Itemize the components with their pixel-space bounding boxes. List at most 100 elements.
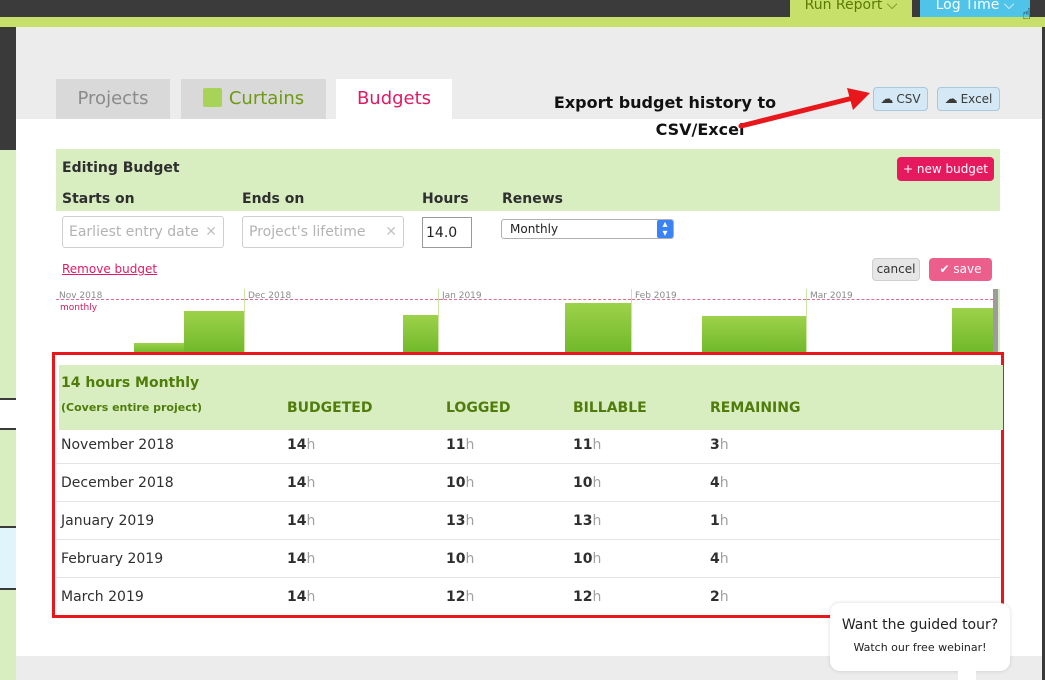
budget-line <box>439 299 631 300</box>
budget-line <box>632 299 806 300</box>
log-time-button[interactable]: Log Time ⌵ <box>920 0 1030 17</box>
logged-bar <box>702 316 806 353</box>
tab-projects[interactable]: Projects <box>56 79 170 119</box>
renews-select[interactable]: Monthly ▴ ▾ <box>501 219 674 239</box>
export-csv-label: CSV <box>896 92 921 106</box>
cell-billable: 11h <box>573 426 601 464</box>
cell-value: 10 <box>446 475 466 491</box>
cell-value: 14 <box>287 513 307 529</box>
cell-value: 12 <box>573 589 593 605</box>
cell-logged: 11h <box>446 426 474 464</box>
logged-bar <box>403 315 438 353</box>
left-stub-green <box>0 590 16 680</box>
cell-logged: 10h <box>446 464 474 502</box>
cell-remaining: 4h <box>710 464 729 502</box>
unit-label: h <box>592 589 602 605</box>
annotation-arrow-icon <box>738 88 870 129</box>
tour-title: Want the guided tour? <box>841 617 999 633</box>
left-stub-green <box>0 150 16 398</box>
tab-label: Curtains <box>228 88 305 109</box>
chart-month-panel: Feb 2019 <box>631 289 806 353</box>
save-label: save <box>953 262 982 276</box>
budget-summary-title: 14 hours Monthly <box>61 375 200 391</box>
chart-month-panel: Nov 2018 monthly <box>56 289 244 353</box>
cell-value: 14 <box>287 475 307 491</box>
tab-curtains[interactable]: Curtains <box>181 79 326 119</box>
cell-month: November 2018 <box>61 437 174 453</box>
guided-tour-bubble[interactable]: Want the guided tour? Watch our free web… <box>830 603 1010 671</box>
cell-value: 3 <box>710 437 720 453</box>
unit-label: h <box>465 513 475 529</box>
run-report-button[interactable]: Run Report ⌵ <box>790 0 912 17</box>
left-stub-green <box>0 430 16 526</box>
cancel-button[interactable]: cancel <box>872 258 920 281</box>
cloud-download-icon: ☁ <box>944 92 958 107</box>
cell-remaining: 3h <box>710 426 729 464</box>
save-button[interactable]: ✔ save <box>929 258 992 281</box>
cell-value: 4 <box>710 475 720 491</box>
new-budget-button[interactable]: + new budget <box>897 157 994 181</box>
logged-bar <box>565 303 632 353</box>
hours-label: Hours <box>422 191 469 207</box>
export-csv-button[interactable]: ☁ CSV <box>873 87 928 111</box>
starts-on-input[interactable]: Earliest entry date ✕ <box>62 216 224 248</box>
starts-on-label: Starts on <box>62 191 135 207</box>
ends-on-label: Ends on <box>242 191 305 207</box>
project-color-swatch <box>202 88 222 107</box>
cell-logged: 12h <box>446 578 474 616</box>
cell-value: 13 <box>446 513 466 529</box>
remove-budget-link[interactable]: Remove budget <box>62 262 157 276</box>
cell-value: 2 <box>710 589 720 605</box>
unit-label: h <box>465 589 475 605</box>
ends-on-input[interactable]: Project's lifetime ✕ <box>242 216 404 248</box>
tab-label: Budgets <box>356 88 432 109</box>
cell-remaining: 4h <box>710 540 729 578</box>
cell-month: February 2019 <box>61 551 164 567</box>
budget-coverage-note: (Covers entire project) <box>61 401 203 414</box>
cell-logged: 10h <box>446 540 474 578</box>
column-header-budgeted: BUDGETED <box>287 400 373 416</box>
cell-budgeted: 14h <box>287 578 315 616</box>
unit-label: h <box>719 513 729 529</box>
cell-value: 10 <box>573 475 593 491</box>
unit-label: h <box>306 513 316 529</box>
cell-budgeted: 14h <box>287 502 315 540</box>
cell-billable: 13h <box>573 502 601 540</box>
unit-label: h <box>719 589 729 605</box>
unit-label: h <box>306 475 316 491</box>
table-row: December 2018 14h 10h 10h 4h <box>56 464 1000 502</box>
ends-on-placeholder: Project's lifetime <box>249 224 366 240</box>
cell-value: 10 <box>573 551 593 567</box>
cell-value: 14 <box>287 551 307 567</box>
clear-icon[interactable]: ✕ <box>205 217 217 247</box>
cell-budgeted: 14h <box>287 464 315 502</box>
cell-billable: 10h <box>573 464 601 502</box>
chart-month-panel: Dec 2018 <box>244 289 438 353</box>
unit-label: h <box>306 589 316 605</box>
select-arrows-icon: ▴ ▾ <box>657 220 673 239</box>
starts-on-placeholder: Earliest entry date <box>69 224 199 240</box>
cell-value: 10 <box>446 551 466 567</box>
chart-scrollbar[interactable] <box>993 289 998 353</box>
unit-label: h <box>465 475 475 491</box>
cell-billable: 12h <box>573 578 601 616</box>
cell-remaining: 2h <box>710 578 729 616</box>
table-row: January 2019 14h 13h 13h 1h <box>56 502 1000 540</box>
tab-label: Projects <box>77 88 149 109</box>
budget-line <box>245 299 438 300</box>
budget-line <box>56 299 244 300</box>
cell-month: March 2019 <box>61 589 144 605</box>
cell-billable: 10h <box>573 540 601 578</box>
hours-input[interactable]: 14.0 <box>422 217 472 248</box>
clear-icon[interactable]: ✕ <box>385 217 397 247</box>
cell-value: 4 <box>710 551 720 567</box>
unit-label: h <box>465 551 475 567</box>
tab-budgets[interactable]: Budgets <box>336 79 452 119</box>
cell-logged: 13h <box>446 502 474 540</box>
top-accent-strip <box>0 17 1045 27</box>
renews-label: Renews <box>502 191 564 207</box>
export-excel-button[interactable]: ☁ Excel <box>937 87 1000 111</box>
cell-value: 11 <box>573 437 593 453</box>
check-icon: ✔ <box>939 262 954 276</box>
cell-month: January 2019 <box>61 513 155 529</box>
